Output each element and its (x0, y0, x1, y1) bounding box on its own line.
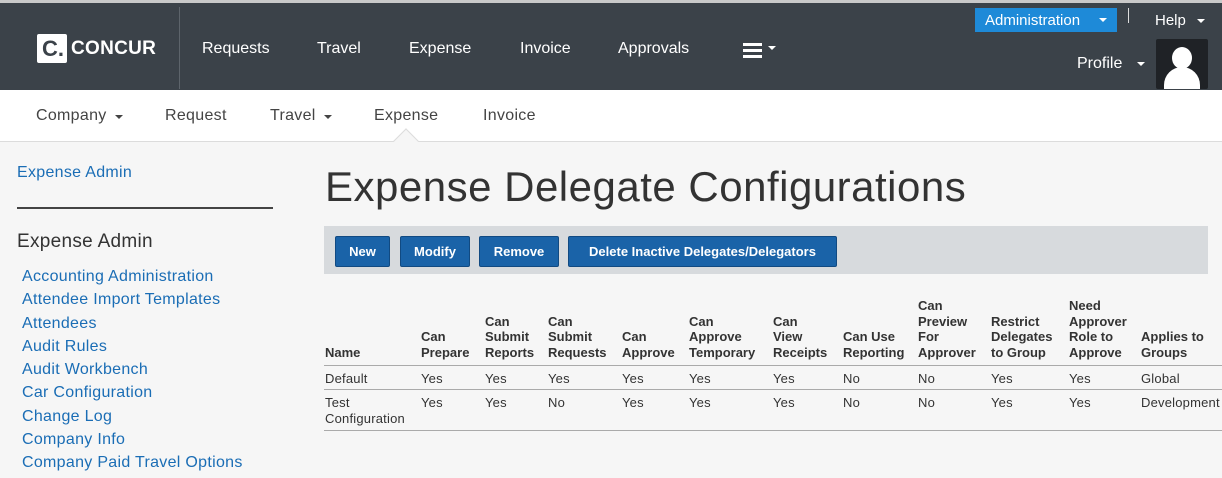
sidebar-heading: Expense Admin (17, 231, 153, 252)
subnav-invoice[interactable]: Invoice (483, 107, 536, 125)
table-cell: Yes (485, 395, 507, 410)
divider (179, 7, 180, 89)
table-cell: Yes (622, 371, 644, 386)
table-cell: No (918, 395, 936, 410)
more-menu-icon[interactable] (743, 43, 762, 61)
table-header-row: Name Can Prepare Can Submit Reports Can Submit R… (324, 298, 1222, 366)
column-header[interactable]: Can Approve Temporary (689, 314, 755, 361)
table-cell: No (548, 395, 566, 410)
column-header[interactable]: Need Approver Role to Approve (1069, 298, 1127, 360)
column-header[interactable]: Can Approve (622, 329, 675, 360)
chevron-down-icon (1197, 19, 1205, 23)
chevron-down-icon (324, 115, 332, 119)
sub-navigation: Company Request Travel Expense Invoice (0, 90, 1222, 154)
concur-logo-icon: C. (37, 34, 67, 63)
column-header[interactable]: Can Prepare (421, 329, 469, 360)
table-cell: Default (325, 371, 368, 386)
subnav-company[interactable]: Company (36, 107, 107, 125)
table-cell: Yes (421, 395, 443, 410)
logo-letter: C. (42, 36, 64, 61)
column-header[interactable]: Can Use Reporting (843, 329, 904, 360)
concur-logo[interactable]: C. CONCUR (37, 34, 156, 63)
help-menu[interactable]: Help (1155, 12, 1186, 29)
active-tab-indicator (393, 128, 419, 154)
chevron-down-icon (768, 46, 776, 50)
delegate-config-table: Name Can Prepare Can Submit Reports Can Submit R… (324, 298, 1222, 431)
logo-text: CONCUR (71, 37, 157, 59)
sidebar-item-change-log[interactable]: Change Log (22, 408, 243, 431)
table-cell: Yes (421, 371, 443, 386)
sidebar-item-attendees[interactable]: Attendees (22, 315, 243, 338)
administration-menu[interactable]: Administration (975, 8, 1117, 32)
table-row[interactable]: Default Yes Yes Yes Yes Yes Yes No No Yes Yes Globa… (324, 366, 1222, 390)
column-header[interactable]: Can Submit Requests (548, 314, 607, 361)
table-cell: Yes (485, 371, 507, 386)
table-row[interactable]: Test Configuration Yes Yes No Yes Yes Yes No No Ye… (324, 390, 1222, 431)
table-cell: Global (1141, 371, 1180, 386)
toolbar: New Modify Remove Delete Inactive Delega… (324, 226, 1208, 274)
chevron-down-icon (115, 115, 123, 119)
sidebar-item-audit-rules[interactable]: Audit Rules (22, 338, 243, 361)
divider (17, 207, 273, 209)
table-cell: Yes (1069, 371, 1091, 386)
table-cell: No (918, 371, 936, 386)
table-cell: Development (1141, 395, 1220, 410)
remove-button[interactable]: Remove (479, 236, 559, 267)
sidebar-item-attendee-import-templates[interactable]: Attendee Import Templates (22, 291, 243, 314)
nav-approvals[interactable]: Approvals (618, 40, 689, 58)
column-header[interactable]: Name (325, 345, 360, 361)
table-cell: No (843, 395, 861, 410)
user-icon (1172, 47, 1192, 69)
subnav-request[interactable]: Request (165, 107, 227, 125)
chevron-down-icon (1137, 62, 1145, 66)
sidebar-title-link[interactable]: Expense Admin (17, 164, 132, 182)
nav-travel[interactable]: Travel (317, 40, 361, 58)
table-cell: Yes (689, 395, 711, 410)
table-cell: Yes (773, 371, 795, 386)
sidebar-links: Accounting Administration Attendee Impor… (22, 268, 243, 478)
profile-menu[interactable]: Profile (1077, 55, 1122, 73)
avatar[interactable] (1156, 39, 1208, 89)
table-cell: No (843, 371, 861, 386)
page-title: Expense Delegate Configurations (325, 163, 967, 210)
chevron-down-icon (1099, 18, 1107, 22)
table-cell: Yes (689, 371, 711, 386)
column-header[interactable]: Can View Receipts (773, 314, 827, 361)
nav-requests[interactable]: Requests (202, 40, 270, 58)
sidebar-item-car-configuration[interactable]: Car Configuration (22, 384, 243, 407)
subnav-expense[interactable]: Expense (374, 107, 438, 125)
sidebar-item-accounting-administration[interactable]: Accounting Administration (22, 268, 243, 291)
new-button[interactable]: New (335, 236, 390, 267)
user-body-shape (1164, 67, 1200, 89)
table-cell: Yes (622, 395, 644, 410)
sidebar-item-company-info[interactable]: Company Info (22, 431, 243, 454)
table-cell: Yes (1069, 395, 1091, 410)
table-cell: Yes (991, 395, 1013, 410)
delete-inactive-button[interactable]: Delete Inactive Delegates/Delegators (568, 236, 837, 267)
modify-button[interactable]: Modify (400, 236, 470, 267)
sidebar-item-audit-workbench[interactable]: Audit Workbench (22, 361, 243, 384)
column-header[interactable]: Can Preview For Approver (918, 298, 976, 360)
nav-invoice[interactable]: Invoice (520, 40, 571, 58)
column-header[interactable]: Can Submit Reports (485, 314, 534, 361)
administration-label: Administration (985, 12, 1081, 29)
top-bar: C. CONCUR Requests Travel Expense Invoic… (0, 0, 1222, 90)
subnav-travel[interactable]: Travel (270, 107, 316, 125)
table-cell: Yes (773, 395, 795, 410)
nav-expense[interactable]: Expense (409, 40, 471, 58)
table-cell: Yes (548, 371, 570, 386)
table-cell: Yes (991, 371, 1013, 386)
column-header[interactable]: Applies to Groups (1141, 329, 1204, 360)
column-header[interactable]: Restrict Delegates to Group (991, 314, 1052, 361)
table-cell: Test Configuration (325, 395, 405, 426)
separator (1128, 8, 1129, 23)
